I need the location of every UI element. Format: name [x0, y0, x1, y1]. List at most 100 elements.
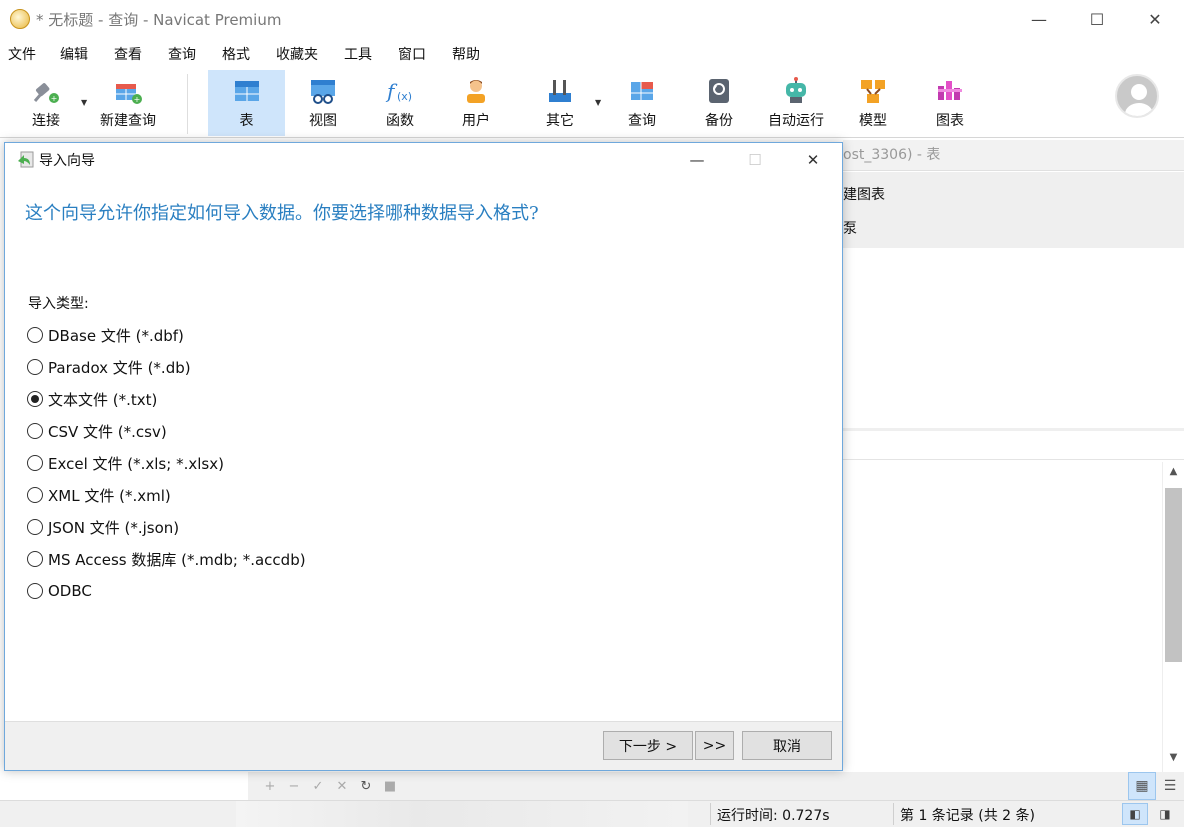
user-button[interactable]: 用户 — [446, 70, 506, 136]
menu-view[interactable]: 查看 — [114, 44, 157, 64]
dialog-titlebar: 导入向导 — ☐ ✕ — [5, 143, 842, 177]
user-icon — [467, 80, 485, 103]
menu-bar: 文件 编辑 查看 查询 格式 收藏夹 工具 窗口 帮助 — [0, 40, 1184, 68]
status-separator — [893, 803, 894, 825]
dialog-minimize-button[interactable]: — — [668, 143, 726, 177]
table-button[interactable]: 表 — [208, 70, 285, 136]
table-label: 表 — [239, 113, 254, 129]
option-label[interactable]: ODBC — [48, 582, 92, 600]
wizard-heading: 这个向导允许你指定如何导入数据。你要选择哪种数据导入格式? — [25, 203, 539, 224]
option-label[interactable]: DBase 文件 (*.dbf) — [48, 325, 184, 346]
view-icon — [311, 80, 335, 104]
plug-icon: + — [33, 83, 59, 103]
radio-button[interactable] — [27, 519, 43, 535]
model-label: 模型 — [859, 113, 887, 129]
background-tab[interactable]: ost_3306) - 表 — [843, 140, 1184, 171]
option-label[interactable]: XML 文件 (*.xml) — [48, 485, 171, 506]
other-label: 其它 — [546, 113, 574, 129]
option-ms-access[interactable]: MS Access 数据库 (*.mdb; *.accdb) — [27, 543, 306, 575]
status-separator — [710, 803, 711, 825]
radio-button[interactable] — [27, 487, 43, 503]
view-button[interactable]: 视图 — [292, 70, 354, 136]
radio-button[interactable] — [27, 551, 43, 567]
menu-favorites[interactable]: 收藏夹 — [276, 44, 333, 64]
connect-dropdown-icon[interactable]: ▼ — [81, 98, 87, 107]
radio-button[interactable] — [27, 455, 43, 471]
menu-tools[interactable]: 工具 — [344, 44, 387, 64]
function-button[interactable]: f (x) 函数 — [370, 70, 430, 136]
option-dbase[interactable]: DBase 文件 (*.dbf) — [27, 319, 306, 351]
radio-button-selected[interactable] — [27, 391, 43, 407]
option-odbc[interactable]: ODBC — [27, 575, 306, 607]
background-divider — [843, 428, 1184, 460]
option-label[interactable]: MS Access 数据库 (*.mdb; *.accdb) — [48, 549, 306, 570]
delete-record-icon[interactable]: − — [282, 779, 306, 794]
import-type-options: DBase 文件 (*.dbf) Paradox 文件 (*.db) 文本文件 … — [27, 319, 306, 607]
minimize-button[interactable]: — — [1010, 0, 1068, 38]
next-button[interactable]: 下一步 > — [603, 731, 693, 760]
radio-button[interactable] — [27, 423, 43, 439]
status-blurred-area — [236, 801, 688, 827]
option-json[interactable]: JSON 文件 (*.json) — [27, 511, 306, 543]
scroll-up-icon[interactable]: ▲ — [1163, 466, 1184, 484]
menu-query[interactable]: 查询 — [168, 44, 211, 64]
automation-label: 自动运行 — [768, 113, 824, 129]
stop-icon[interactable]: ■ — [378, 779, 402, 794]
option-paradox[interactable]: Paradox 文件 (*.db) — [27, 351, 306, 383]
panel-right-icon[interactable]: ◨ — [1152, 803, 1178, 825]
query-button[interactable]: 查询 — [612, 70, 672, 136]
discard-icon[interactable]: ✕ — [330, 779, 354, 794]
menu-file[interactable]: 文件 — [8, 44, 51, 64]
automation-button[interactable]: 自动运行 — [762, 70, 830, 136]
other-button[interactable]: 其它 — [530, 70, 590, 136]
cancel-button[interactable]: 取消 — [742, 731, 832, 760]
option-label[interactable]: JSON 文件 (*.json) — [48, 517, 179, 538]
skip-to-end-button[interactable]: >> — [695, 731, 734, 760]
menu-edit[interactable]: 编辑 — [60, 44, 103, 64]
query-label: 查询 — [628, 113, 656, 129]
menu-window[interactable]: 窗口 — [398, 44, 441, 64]
option-text-file[interactable]: 文本文件 (*.txt) — [27, 383, 306, 415]
panel-toggle-icon[interactable]: ◧ — [1122, 803, 1148, 825]
dialog-title: 导入向导 — [39, 153, 95, 169]
new-chart-label[interactable]: 建图表 — [843, 184, 885, 204]
add-record-icon[interactable]: + — [258, 779, 282, 794]
user-avatar[interactable] — [1115, 74, 1159, 118]
maximize-button[interactable]: ☐ — [1068, 0, 1126, 38]
scroll-thumb[interactable] — [1165, 488, 1182, 662]
import-wizard-icon — [18, 151, 34, 168]
window-title: * 无标题 - 查询 - Navicat Premium — [36, 10, 282, 29]
radio-button[interactable] — [27, 583, 43, 599]
menu-help[interactable]: 帮助 — [452, 44, 495, 64]
connect-button[interactable]: + 连接 — [18, 70, 74, 136]
menu-format[interactable]: 格式 — [222, 44, 265, 64]
form-view-icon[interactable]: ☰ — [1156, 772, 1184, 800]
model-button[interactable]: 模型 — [843, 70, 903, 136]
grid-view-icon[interactable]: ▦ — [1128, 772, 1156, 800]
option-label[interactable]: CSV 文件 (*.csv) — [48, 421, 167, 442]
option-csv[interactable]: CSV 文件 (*.csv) — [27, 415, 306, 447]
new-query-button[interactable]: + 新建查询 — [96, 70, 160, 136]
dialog-close-button[interactable]: ✕ — [784, 143, 842, 177]
refresh-icon[interactable]: ↻ — [354, 779, 378, 794]
radio-button[interactable] — [27, 359, 43, 375]
other-dropdown-icon[interactable]: ▼ — [595, 98, 601, 107]
option-excel[interactable]: Excel 文件 (*.xls; *.xlsx) — [27, 447, 306, 479]
chart-button[interactable]: 图表 — [920, 70, 980, 136]
option-label[interactable]: 文本文件 (*.txt) — [48, 389, 157, 410]
scroll-down-icon[interactable]: ▼ — [1163, 752, 1184, 770]
option-xml[interactable]: XML 文件 (*.xml) — [27, 479, 306, 511]
dialog-maximize-button: ☐ — [748, 151, 762, 169]
backup-button[interactable]: 备份 — [689, 70, 749, 136]
close-button[interactable]: ✕ — [1126, 0, 1184, 38]
navicat-app-icon — [10, 9, 30, 29]
table-icon — [234, 81, 259, 101]
chart-icon — [938, 81, 962, 100]
apply-icon[interactable]: ✓ — [306, 779, 330, 794]
import-wizard-dialog: 导入向导 — ☐ ✕ 这个向导允许你指定如何导入数据。你要选择哪种数据导入格式?… — [4, 142, 843, 771]
option-label[interactable]: Excel 文件 (*.xls; *.xlsx) — [48, 453, 224, 474]
option-label[interactable]: Paradox 文件 (*.db) — [48, 357, 191, 378]
svg-text:+: + — [134, 95, 141, 104]
radio-button[interactable] — [27, 327, 43, 343]
vertical-scrollbar[interactable]: ▲ ▼ — [1162, 462, 1184, 772]
